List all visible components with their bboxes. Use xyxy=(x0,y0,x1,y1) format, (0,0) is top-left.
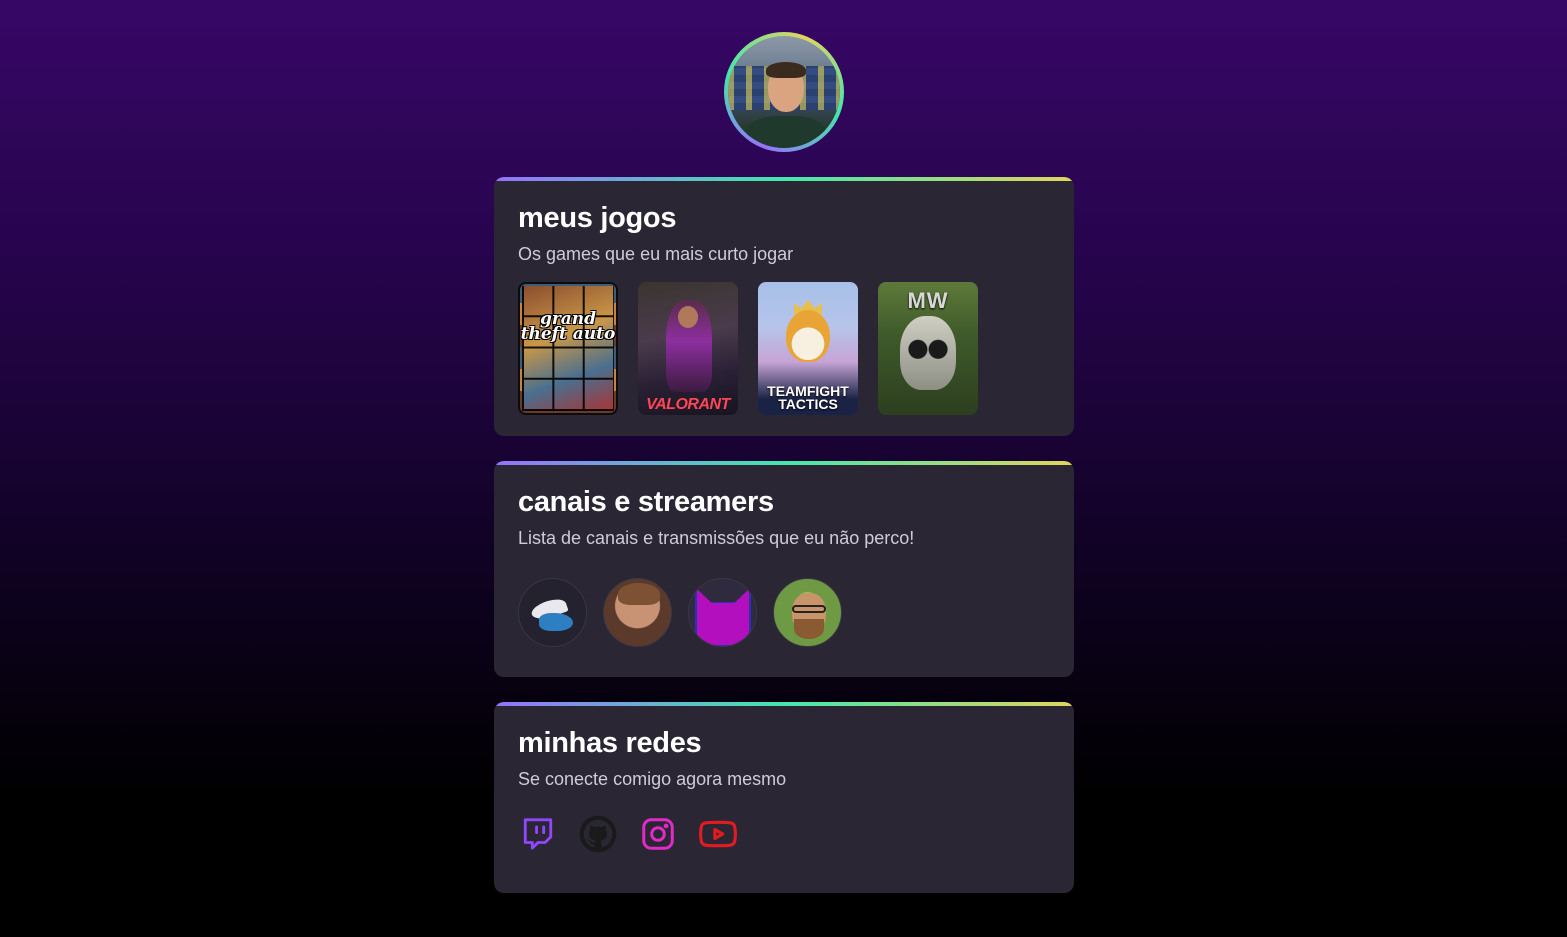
game-title: TEAMFIGHT TACTICS xyxy=(767,383,849,412)
gta-cover-art xyxy=(522,286,614,411)
streamer-avatar-cat[interactable] xyxy=(688,578,757,647)
twitch-link[interactable] xyxy=(518,814,558,854)
games-list: grand theft auto VALORANT TEAMFIGHT TACT… xyxy=(518,282,1050,415)
games-title: meus jogos xyxy=(518,202,677,234)
pengu-art xyxy=(786,310,830,362)
valorant-agent-art xyxy=(666,300,712,392)
games-subtitle: Os games que eu mais curto jogar xyxy=(518,244,794,264)
streamer-hair xyxy=(618,583,660,605)
github-link[interactable] xyxy=(578,814,618,854)
profile-avatar xyxy=(728,36,840,148)
socials-card: minhas redes Se conecte comigo agora mes… xyxy=(494,702,1074,893)
socials-title: minhas redes xyxy=(518,727,702,759)
streamers-title: canais e streamers xyxy=(518,486,774,518)
socials-list xyxy=(518,814,1050,854)
game-call-of-duty[interactable]: MW xyxy=(878,282,978,415)
game-gta[interactable]: grand theft auto xyxy=(518,282,618,415)
streamer-avatar-bearded[interactable] xyxy=(773,578,842,647)
game-title: VALORANT xyxy=(646,396,730,413)
profile-avatar-ring xyxy=(724,32,844,152)
streamers-card: canais e streamers Lista de canais e tra… xyxy=(494,461,1074,677)
instagram-icon xyxy=(642,818,674,850)
game-teamfight-tactics[interactable]: TEAMFIGHT TACTICS xyxy=(758,282,858,415)
youtube-icon xyxy=(699,820,737,848)
skull-mask-art xyxy=(900,316,956,390)
game-valorant[interactable]: VALORANT xyxy=(638,282,738,415)
glasses-icon xyxy=(792,605,826,613)
youtube-link[interactable] xyxy=(698,814,738,854)
avatar-shirt xyxy=(746,116,826,148)
avatar-hair xyxy=(766,62,806,78)
twitch-icon xyxy=(523,818,553,850)
streamers-subtitle: Lista de canais e transmissões que eu nã… xyxy=(518,528,915,548)
shoe-icon xyxy=(539,613,573,631)
socials-subtitle: Se conecte comigo agora mesmo xyxy=(518,769,787,789)
streamer-avatar-winged-shoe[interactable] xyxy=(518,578,587,647)
games-card: meus jogos Os games que eu mais curto jo… xyxy=(494,177,1074,436)
game-title: MW xyxy=(907,288,949,313)
cat-icon xyxy=(697,589,749,645)
game-title: grand theft auto xyxy=(520,309,616,344)
streamers-list xyxy=(518,578,1050,647)
streamer-beard xyxy=(794,619,824,639)
instagram-link[interactable] xyxy=(638,814,678,854)
github-icon xyxy=(579,815,617,853)
streamer-avatar-person[interactable] xyxy=(603,578,672,647)
